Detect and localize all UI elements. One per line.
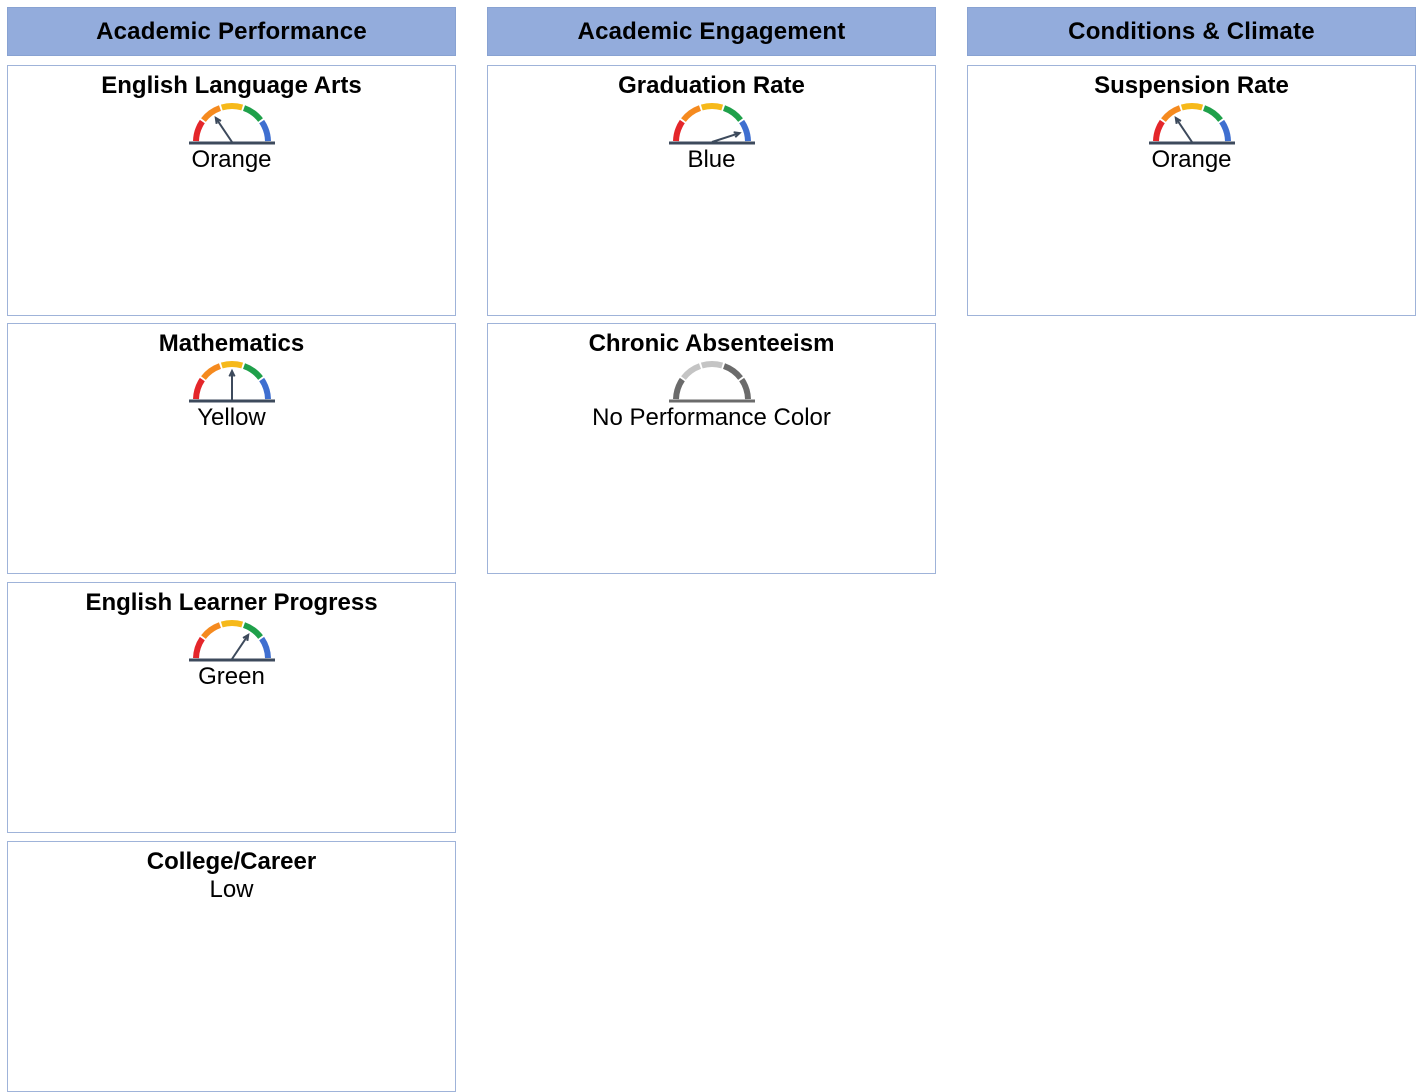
gauge-needle	[230, 634, 249, 660]
gauge-segment-yellow	[220, 361, 243, 369]
gauge-segment-green	[1202, 105, 1223, 123]
gauge-segment-green	[242, 105, 263, 123]
column-academic-performance: Academic Performance English Language Ar…	[7, 7, 456, 1092]
gauge-segment-orange	[680, 105, 701, 123]
gauge-segment-green	[722, 363, 743, 381]
gauge-needle	[214, 117, 233, 143]
card-college-career[interactable]: College/Career Low	[7, 841, 456, 1092]
column-header: Conditions & Climate	[967, 7, 1416, 56]
card-status: Yellow	[197, 404, 266, 431]
gauge-segment-red	[672, 377, 685, 400]
card-title: Graduation Rate	[618, 72, 805, 99]
gauge-segment-green	[242, 363, 263, 381]
gauge-segment-orange	[200, 363, 221, 381]
performance-gauge-icon	[188, 361, 275, 403]
performance-gauge-icon	[668, 103, 755, 145]
gauge-segment-blue	[738, 119, 751, 142]
card-status: Orange	[191, 146, 272, 173]
card-graduation-rate[interactable]: Graduation Rate Blue	[487, 65, 936, 316]
card-title: College/Career	[146, 848, 317, 875]
gauge-segment-blue	[1218, 119, 1231, 142]
column-conditions-climate: Conditions & Climate Suspension Rate Ora…	[967, 7, 1416, 316]
gauge-segment-yellow	[220, 103, 243, 111]
card-status: Green	[198, 663, 265, 690]
card-status: Low	[209, 876, 254, 903]
gauge-segment-red	[1152, 119, 1165, 142]
gauge-segment-red	[192, 119, 205, 142]
performance-gauge-icon	[1148, 103, 1235, 145]
gauge-segment-blue	[738, 377, 751, 400]
card-title: Chronic Absenteeism	[588, 330, 835, 357]
performance-gauge-icon	[188, 103, 275, 145]
gauge-segment-orange	[680, 363, 701, 381]
column-academic-engagement: Academic Engagement Graduation Rate Blue…	[487, 7, 936, 574]
gauge-segment-blue	[258, 377, 271, 400]
card-mathematics[interactable]: Mathematics Yellow	[7, 323, 456, 574]
performance-gauge-icon	[188, 620, 275, 662]
card-title: Mathematics	[158, 330, 305, 357]
column-header: Academic Engagement	[487, 7, 936, 56]
card-status: Blue	[687, 146, 736, 173]
gauge-needle	[711, 132, 740, 143]
gauge-segment-red	[672, 119, 685, 142]
card-suspension-rate[interactable]: Suspension Rate Orange	[967, 65, 1416, 316]
card-title: English Learner Progress	[85, 589, 378, 616]
gauge-segment-blue	[258, 636, 271, 659]
gauge-segment-yellow	[700, 103, 723, 111]
gauge-segment-red	[192, 636, 205, 659]
card-chronic-absenteeism[interactable]: Chronic Absenteeism No Performance Color	[487, 323, 936, 574]
card-status: Orange	[1151, 146, 1232, 173]
gauge-segment-red	[192, 377, 205, 400]
card-status: No Performance Color	[592, 404, 831, 431]
card-title: English Language Arts	[101, 72, 362, 99]
gauge-segment-blue	[258, 119, 271, 142]
gauge-segment-green	[722, 105, 743, 123]
no-color-gauge-icon	[668, 361, 755, 403]
column-header: Academic Performance	[7, 7, 456, 56]
card-title: Suspension Rate	[1094, 72, 1289, 99]
gauge-segment-orange	[200, 622, 221, 640]
gauge-segment-yellow	[700, 361, 723, 369]
card-english-language-arts[interactable]: English Language Arts Orange	[7, 65, 456, 316]
gauge-segment-yellow	[220, 620, 243, 628]
gauge-segment-yellow	[1180, 103, 1203, 111]
gauge-needle	[1174, 117, 1193, 143]
card-english-learner-progress[interactable]: English Learner Progress Green	[7, 582, 456, 833]
